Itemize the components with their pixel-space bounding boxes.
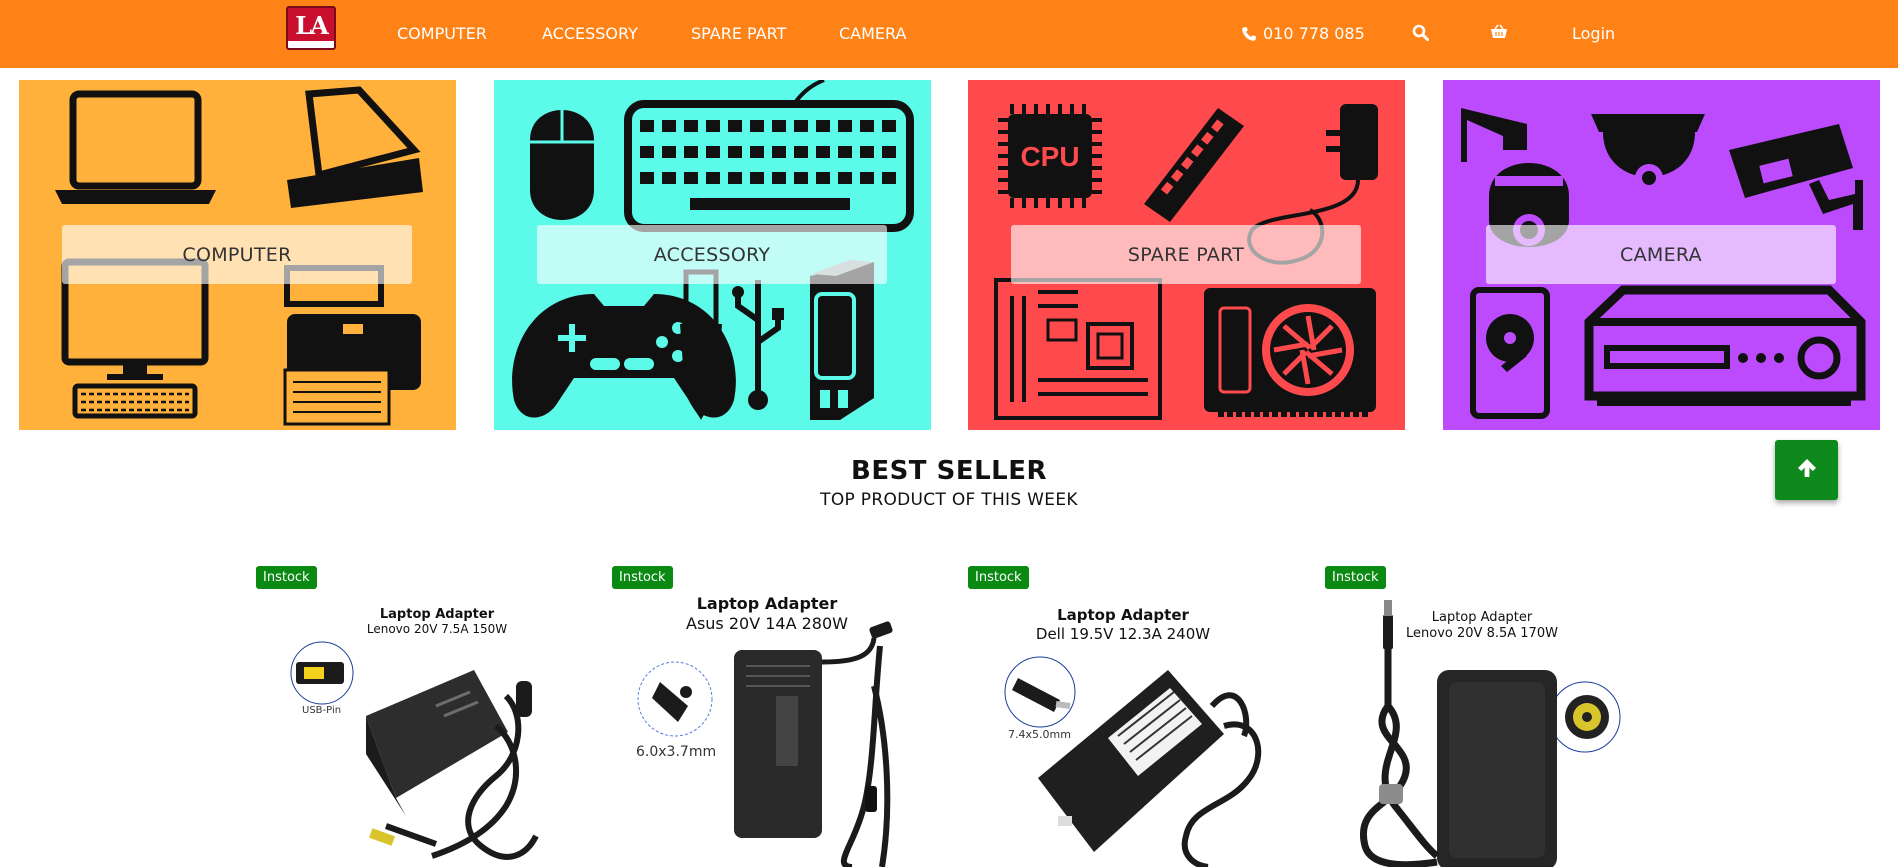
product-card[interactable]: Instock Laptop Adapter Lenovo 20V 7.5A 1… [256,566,566,867]
best-seller-heading: BEST SELLER [851,456,1047,486]
nav-link-accessory[interactable]: ACCESSORY [542,24,638,43]
product-title[interactable]: Laptop Adapter [282,607,566,623]
phone-icon [1241,26,1257,42]
instock-badge: Instock [1325,566,1386,589]
nav-link-spare-part[interactable]: SPARE PART [691,24,786,43]
top-navbar: LA COMPUTER ACCESSORY SPARE PART CAMERA … [0,0,1898,68]
category-tile-computer[interactable]: COMPUTER [19,80,456,430]
logo-lettering: LA [295,11,329,40]
logo-strip [288,41,334,48]
product-title[interactable]: Laptop Adapter [968,606,1278,624]
product-card[interactable]: Instock Laptop Adapter Lenovo 20V 8.5A 1… [1325,566,1635,867]
product-card[interactable]: Instock Laptop Adapter Asus 20V 14A 280W… [612,566,922,867]
instock-badge: Instock [968,566,1029,589]
product-pin-label: USB-Pin [302,705,342,716]
cpu-chip-lettering: CPU [1020,141,1079,172]
nav-link-camera[interactable]: CAMERA [839,24,906,43]
phone-number: 010 778 085 [1263,24,1365,43]
category-label-camera[interactable]: CAMERA [1486,225,1836,284]
category-label-computer[interactable]: COMPUTER [62,225,412,284]
product-pin-label: 6.0x3.7mm [636,744,717,760]
category-tile-camera[interactable]: CAMERA [1443,80,1880,430]
login-link[interactable]: Login [1572,24,1615,43]
search-button[interactable] [1412,24,1429,41]
cart-button[interactable] [1490,24,1508,40]
category-tile-accessory[interactable]: ACCESSORY [494,80,931,430]
product-card[interactable]: Instock Laptop Adapter Dell 19.5V 12.3A … [968,566,1278,867]
product-spec: Lenovo 20V 7.5A 150W [366,622,508,636]
product-spec: Lenovo 20V 8.5A 170W [1406,626,1558,641]
product-spec: Dell 19.5V 12.3A 240W [1035,625,1211,643]
nav-link-computer[interactable]: COMPUTER [397,24,487,43]
product-title[interactable]: Laptop Adapter [612,594,922,613]
product-title[interactable]: Laptop Adapter [1327,610,1635,626]
basket-icon [1490,24,1508,40]
category-label-accessory[interactable]: ACCESSORY [537,225,887,284]
arrow-up-icon [1796,457,1818,483]
category-tile-spare-part[interactable]: CPU SPARE PART [968,80,1405,430]
category-label-spare-part[interactable]: SPARE PART [1011,225,1361,284]
product-spec: Asus 20V 14A 280W [686,614,848,633]
product-pin-label: 7.4x5.0mm [1008,728,1071,741]
instock-badge: Instock [612,566,673,589]
back-to-top-button[interactable] [1775,440,1838,500]
brand-logo[interactable]: LA [286,6,336,50]
best-seller-subheading: TOP PRODUCT OF THIS WEEK [820,490,1078,510]
instock-badge: Instock [256,566,317,589]
phone-link[interactable]: 010 778 085 [1241,24,1365,43]
search-icon [1412,24,1429,41]
